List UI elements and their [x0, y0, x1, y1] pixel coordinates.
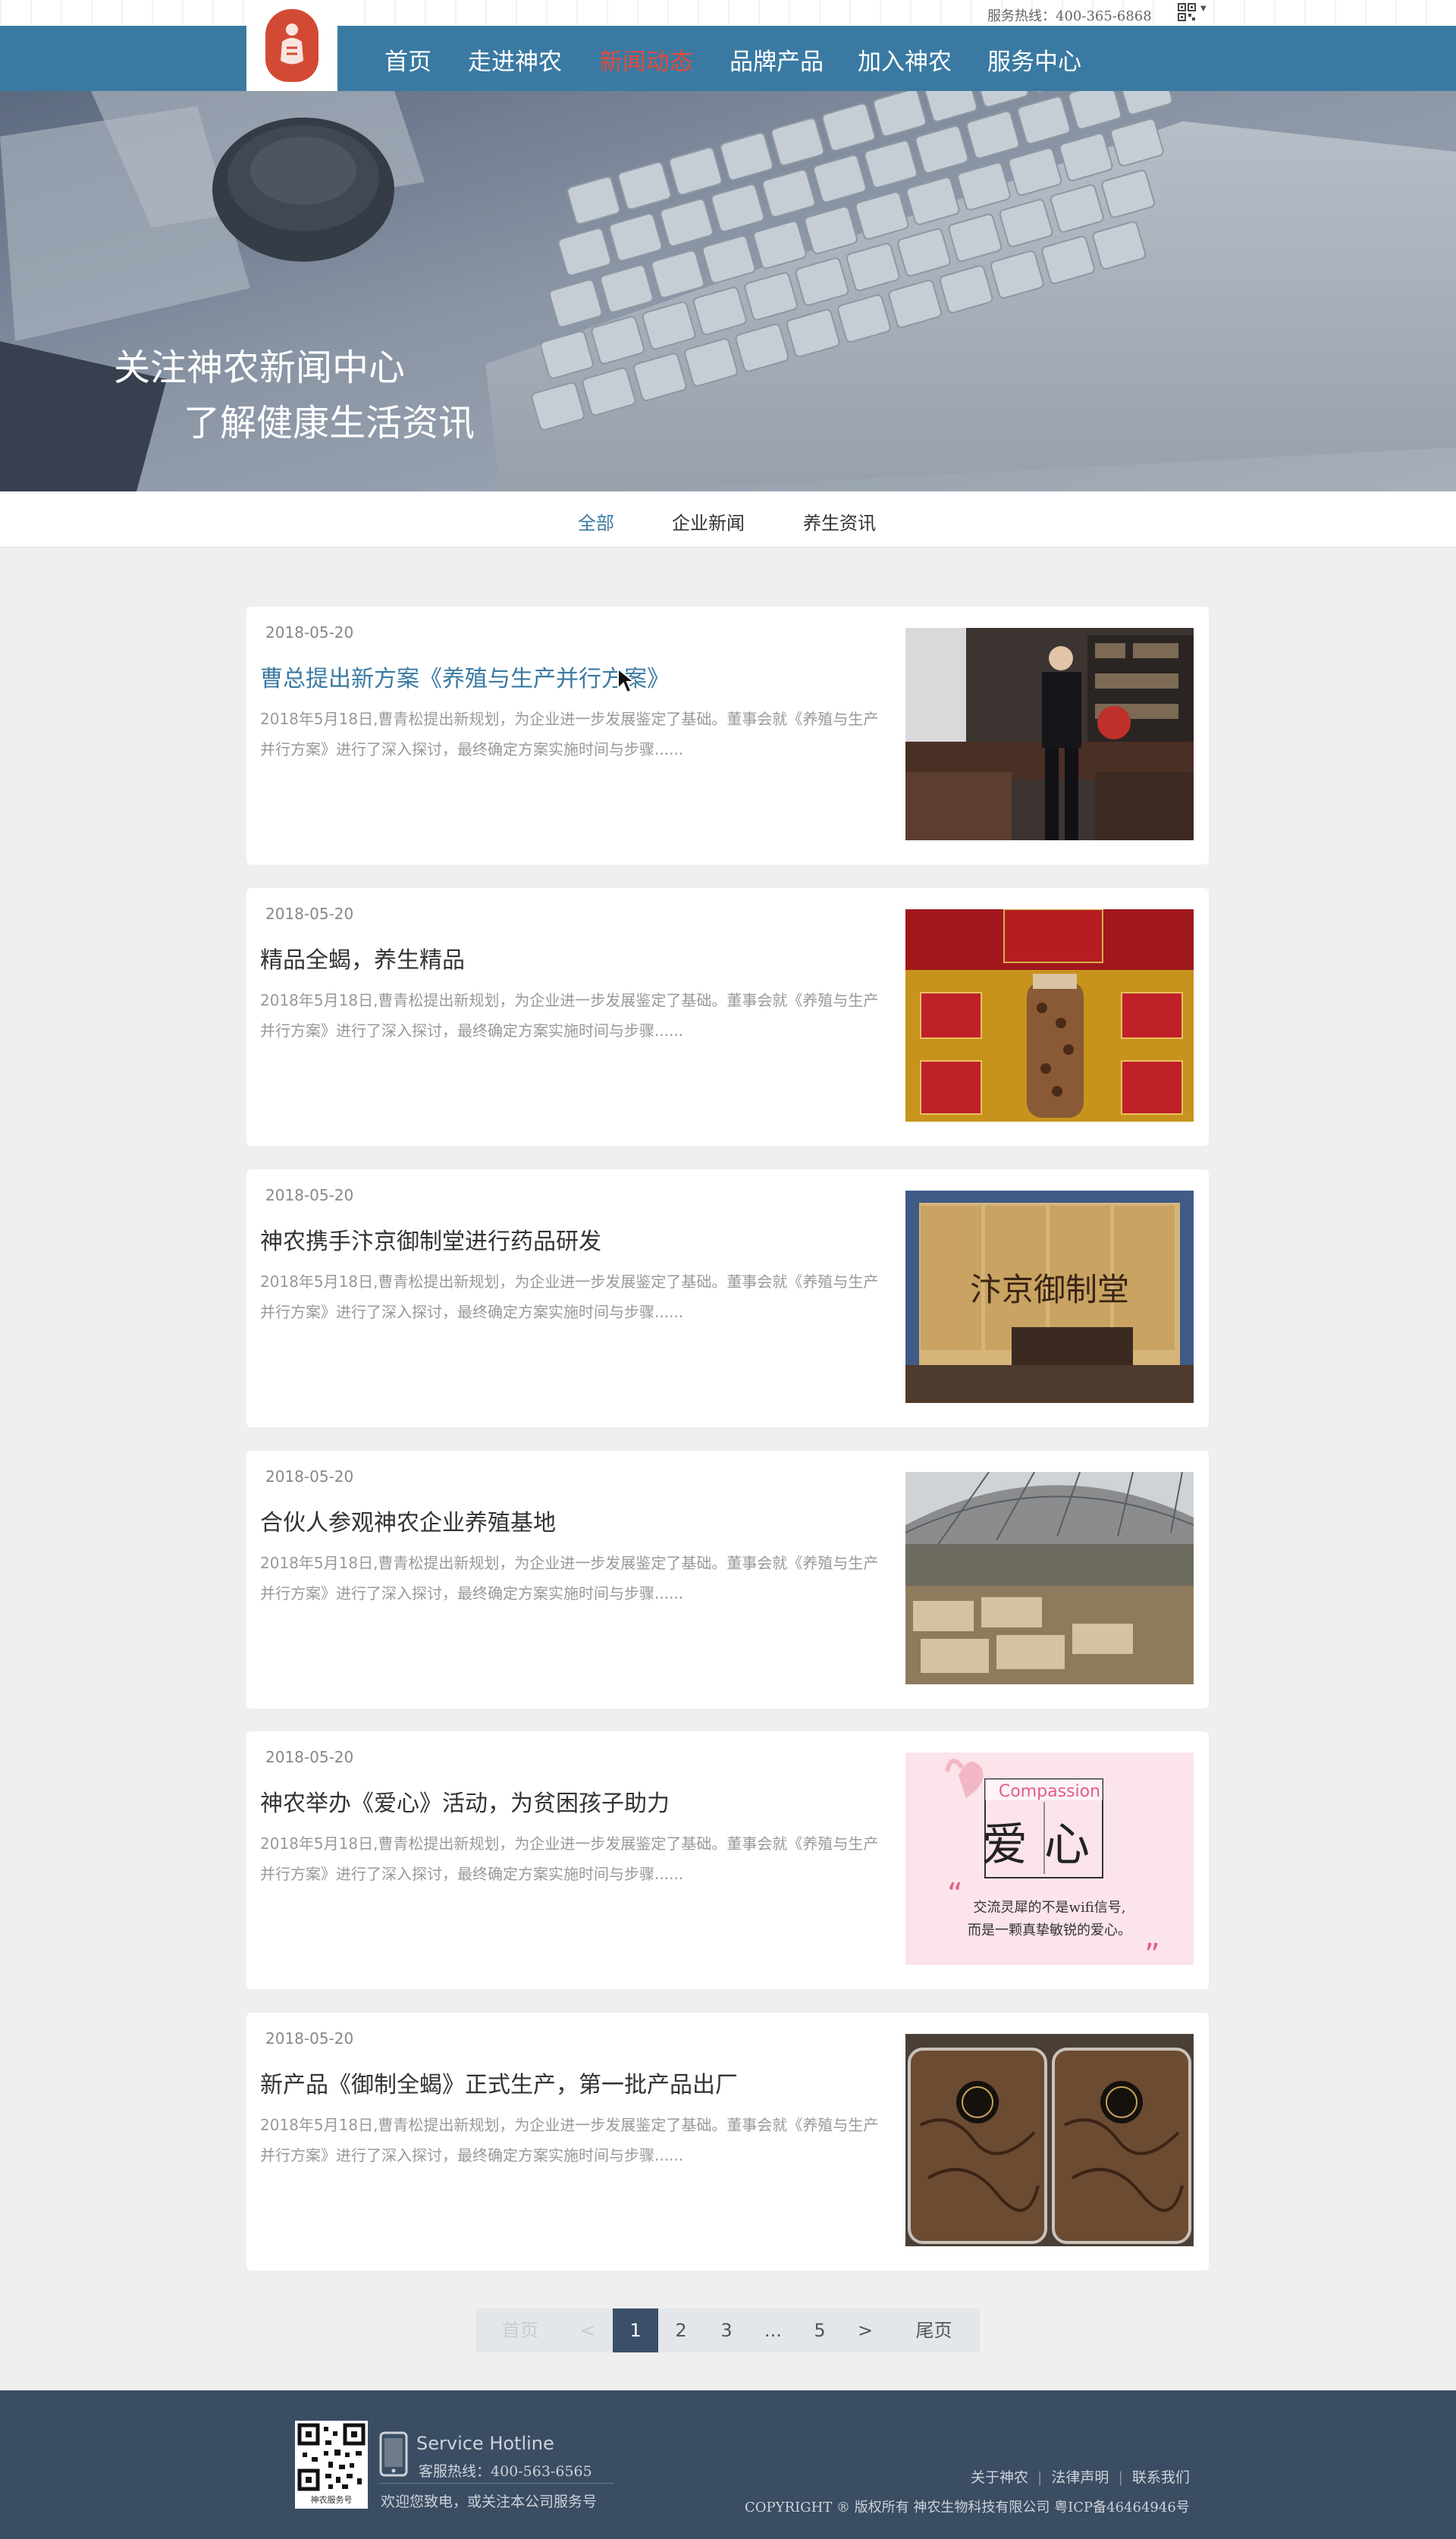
nav-about[interactable]: 走进神农: [468, 42, 562, 77]
qrcode-icon: [297, 2423, 366, 2491]
news-title[interactable]: 合伙人参观神农企业养殖基地: [260, 1504, 556, 1537]
divider: [379, 2483, 614, 2484]
banner-subheadline: 了解健康生活资讯: [184, 402, 475, 444]
news-card[interactable]: 2018-05-20 神农携手汴京御制堂进行药品研发 2018年5月18日,曹青…: [246, 1169, 1209, 1427]
service-qrcode[interactable]: 神农服务号: [295, 2421, 368, 2509]
compassion-line2: 而是一颗真挚敏锐的爱心。: [968, 1922, 1131, 1938]
nav-join[interactable]: 加入神农: [858, 42, 952, 77]
news-summary: 2018年5月18日,曹青松提出新规划，为企业进一步发展鉴定了基础。董事会就《养…: [260, 1554, 879, 1602]
footer-link-contact[interactable]: 联系我们: [1132, 2469, 1190, 2486]
page-first[interactable]: 首页: [475, 2308, 565, 2352]
logo-figure-icon: [281, 24, 303, 64]
svg-text:“: “: [947, 1877, 963, 1912]
news-date: 2018-05-20: [265, 1186, 354, 1204]
pagination: 首页 < 1 2 3 ... 5 > 尾页: [475, 2308, 980, 2352]
news-summary: 2018年5月18日,曹青松提出新规划，为企业进一步发展鉴定了基础。董事会就《养…: [260, 1273, 879, 1321]
nav-products[interactable]: 品牌产品: [730, 42, 824, 77]
news-card[interactable]: 2018-05-20 新产品《御制全蝎》正式生产，第一批产品出厂 2018年5月…: [246, 2013, 1209, 2271]
main-nav: [0, 26, 1456, 91]
page-number[interactable]: 3: [704, 2308, 749, 2352]
tab-company-news[interactable]: 企业新闻: [672, 508, 745, 535]
page-number[interactable]: 5: [797, 2308, 843, 2352]
office-photo: [905, 628, 1194, 840]
news-title[interactable]: 精品全蝎，养生精品: [260, 941, 465, 974]
news-date: 2018-05-20: [265, 2029, 354, 2048]
news-thumbnail[interactable]: [905, 909, 1194, 1122]
copyright: COPYRIGHT ® 版权所有 神农生物科技有限公司 粤ICP备4646494…: [745, 2500, 1190, 2515]
greenhouse-photo: [905, 1472, 1194, 1684]
page-number[interactable]: 2: [658, 2308, 704, 2352]
page-next[interactable]: >: [843, 2308, 888, 2352]
tab-health-info[interactable]: 养生资讯: [803, 508, 876, 535]
page-number[interactable]: 1: [613, 2308, 658, 2352]
page-ellipsis: ...: [764, 2320, 782, 2341]
page-prev[interactable]: <: [565, 2308, 610, 2352]
news-date: 2018-05-20: [265, 1467, 354, 1486]
news-card[interactable]: 2018-05-20 合伙人参观神农企业养殖基地 2018年5月18日,曹青松提…: [246, 1451, 1209, 1709]
news-date: 2018-05-20: [265, 1748, 354, 1766]
plaque-screen-photo: 汴京御制堂: [905, 1191, 1194, 1403]
news-title[interactable]: 新产品《御制全蝎》正式生产，第一批产品出厂: [260, 2066, 738, 2099]
qrcode-caption: 神农服务号: [310, 2495, 353, 2505]
news-summary: 2018年5月18日,曹青松提出新规划，为企业进一步发展鉴定了基础。董事会就《养…: [260, 1834, 879, 1883]
plaque-text: 汴京御制堂: [970, 1271, 1129, 1308]
compassion-chars: 爱心: [982, 1819, 1106, 1872]
logo[interactable]: [246, 0, 337, 91]
news-date: 2018-05-20: [265, 905, 354, 923]
phone-icon: [379, 2431, 408, 2477]
compassion-title: Compassion: [999, 1782, 1100, 1801]
news-thumbnail[interactable]: 汴京御制堂: [905, 1191, 1194, 1403]
logo-mark: [265, 9, 318, 82]
news-thumbnail[interactable]: [905, 1472, 1194, 1684]
compassion-poster: Compassion 爱心 “ 交流灵犀的不是wifi信号, 而是一颗真挚敏锐的…: [905, 1753, 1194, 1965]
footer: 神农服务号 Service Hotline 客服热线：400-563-6565 …: [0, 2390, 1456, 2539]
service-hotline: 服务热线：400-365-6868: [987, 8, 1152, 24]
news-thumbnail[interactable]: Compassion 爱心 “ 交流灵犀的不是wifi信号, 而是一颗真挚敏锐的…: [905, 1753, 1194, 1965]
chevron-down-icon[interactable]: ▼: [1200, 5, 1207, 13]
news-summary: 2018年5月18日,曹青松提出新规划，为企业进一步发展鉴定了基础。董事会就《养…: [260, 710, 879, 758]
news-thumbnail[interactable]: [905, 628, 1194, 840]
page-last[interactable]: 尾页: [888, 2308, 980, 2352]
news-title[interactable]: 神农举办《爱心》活动，为贫困孩子助力: [260, 1784, 670, 1818]
compassion-line1: 交流灵犀的不是wifi信号,: [974, 1900, 1126, 1916]
news-date: 2018-05-20: [265, 623, 354, 642]
divider: |: [1037, 2469, 1043, 2486]
qrcode-icon[interactable]: [1178, 3, 1196, 21]
news-summary: 2018年5月18日,曹青松提出新规划，为企业进一步发展鉴定了基础。董事会就《养…: [260, 991, 879, 1040]
footer-link-about[interactable]: 关于神农: [971, 2469, 1028, 2486]
news-thumbnail[interactable]: [905, 2034, 1194, 2246]
footer-link-legal[interactable]: 法律声明: [1051, 2469, 1109, 2486]
hero-banner: 关注神农新闻中心 了解健康生活资讯: [0, 91, 1456, 491]
tab-all[interactable]: 全部: [578, 508, 614, 535]
nav-service[interactable]: 服务中心: [987, 42, 1081, 77]
nav-news[interactable]: 新闻动态: [599, 42, 693, 77]
category-tabs: 全部 企业新闻 养生资讯: [0, 491, 1456, 548]
hotline-number: 客服热线：400-563-6565: [419, 2463, 592, 2480]
news-card[interactable]: 2018-05-20 神农举办《爱心》活动，为贫困孩子助力 2018年5月18日…: [246, 1731, 1209, 1989]
hotline-label: Service Hotline: [416, 2433, 554, 2454]
news-title[interactable]: 曹总提出新方案《养殖与生产并行方案》: [260, 660, 670, 693]
welcome-text: 欢迎您致电，或关注本公司服务号: [381, 2493, 598, 2510]
news-summary: 2018年5月18日,曹青松提出新规划，为企业进一步发展鉴定了基础。董事会就《养…: [260, 2116, 879, 2164]
footer-links: 关于神农 | 法律声明 | 联系我们: [971, 2466, 1190, 2487]
mouse-cursor-icon: [617, 667, 636, 694]
divider: |: [1118, 2469, 1123, 2486]
scorpion-jars-photo: [905, 2034, 1194, 2246]
nav-home[interactable]: 首页: [384, 42, 431, 77]
news-card[interactable]: 2018-05-20 曹总提出新方案《养殖与生产并行方案》 2018年5月18日…: [246, 607, 1209, 865]
banner-headline: 关注神农新闻中心: [114, 347, 406, 389]
news-title[interactable]: 神农携手汴京御制堂进行药品研发: [260, 1222, 601, 1256]
top-strip: 服务热线：400-365-6868 ▼: [0, 0, 1456, 26]
gift-box-photo: [905, 909, 1194, 1122]
svg-text:”: ”: [1144, 1938, 1160, 1965]
news-card[interactable]: 2018-05-20 精品全蝎，养生精品 2018年5月18日,曹青松提出新规划…: [246, 888, 1209, 1146]
